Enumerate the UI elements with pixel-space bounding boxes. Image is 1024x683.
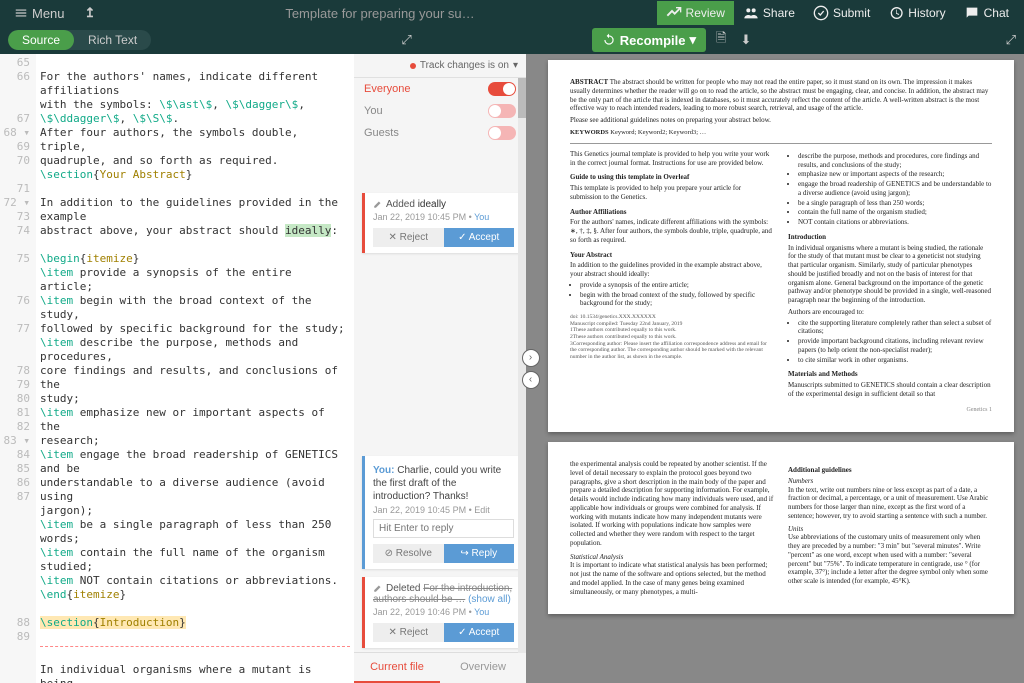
reply-input[interactable] — [373, 519, 514, 538]
submit-icon — [813, 5, 829, 21]
show-all-link[interactable]: (show all) — [468, 594, 511, 605]
reject-button[interactable]: ✕ Reject — [373, 623, 444, 642]
review-pane: Track changes is on ▾ Everyone You Guest… — [354, 54, 526, 683]
reply-button[interactable]: ↪ Reply — [444, 544, 515, 563]
tab-overview[interactable]: Overview — [440, 653, 526, 683]
change-deleted-card: Deleted For the introduction, authors sh… — [362, 577, 522, 648]
toggle-everyone: Everyone — [354, 78, 526, 100]
review-icon — [666, 5, 682, 21]
menu-button[interactable]: Menu — [6, 3, 73, 24]
edit-link[interactable]: Edit — [474, 505, 490, 515]
comment-card: You: Charlie, could you write the first … — [362, 456, 522, 569]
chevron-down-icon: ▾ — [513, 60, 518, 71]
editor-tab-group: Source Rich Text — [8, 30, 151, 50]
submit-button[interactable]: Submit — [804, 1, 879, 25]
history-icon — [888, 5, 904, 21]
history-button[interactable]: History — [879, 1, 954, 25]
review-scrollbar[interactable] — [518, 78, 526, 653]
toggle-you: You — [354, 100, 526, 122]
reject-button[interactable]: ✕ Reject — [373, 228, 444, 247]
logs-icon[interactable]: 🗎 — [712, 27, 730, 53]
up-button[interactable]: ↥ — [77, 2, 104, 24]
editor-pane: 6566 6768 ▾6970 7172 ▾7374 75 76 77 7879… — [0, 54, 354, 683]
pdf-page-2: the experimental analysis could be repea… — [548, 442, 1014, 614]
pencil-icon — [373, 583, 383, 593]
accept-button[interactable]: ✓ Accept — [444, 623, 515, 642]
share-icon — [743, 5, 759, 21]
code-area[interactable]: For the authors' names, indicate differe… — [36, 54, 354, 683]
tab-richtext[interactable]: Rich Text — [74, 30, 151, 50]
chat-icon — [964, 5, 980, 21]
pdf-expand-icon[interactable]: ⤢ — [1006, 32, 1016, 48]
accept-button[interactable]: ✓ Accept — [444, 228, 515, 247]
pdf-pane[interactable]: ABSTRACT The abstract should be written … — [538, 54, 1024, 683]
toggle-guests-switch[interactable] — [488, 126, 516, 140]
tab-current-file[interactable]: Current file — [354, 653, 440, 683]
resolve-button[interactable]: ⊘ Resolve — [373, 544, 444, 563]
menu-label: Menu — [32, 6, 65, 21]
chevron-down-icon: ▾ — [690, 32, 697, 48]
share-button[interactable]: Share — [734, 1, 804, 25]
line-gutter: 6566 6768 ▾6970 7172 ▾7374 75 76 77 7879… — [0, 54, 36, 683]
change-added-card: Added ideally Jan 22, 2019 10:45 PM • Yo… — [362, 193, 522, 253]
review-button[interactable]: Review — [657, 1, 734, 25]
toggle-guests: Guests — [354, 122, 526, 144]
collapse-left-icon[interactable]: ‹ — [522, 371, 540, 389]
recompile-icon — [602, 33, 616, 47]
editor-expand-icon[interactable]: ⤢ — [401, 32, 411, 48]
toggle-everyone-switch[interactable] — [488, 82, 516, 96]
pencil-icon — [373, 199, 383, 209]
collapse-right-icon[interactable]: › — [522, 349, 540, 367]
pdf-page-1: ABSTRACT The abstract should be written … — [548, 60, 1014, 432]
project-title: Template for preparing your su… — [103, 6, 656, 21]
pane-divider[interactable]: › ‹ — [526, 54, 538, 683]
menu-icon — [14, 6, 28, 20]
track-dot-icon — [410, 63, 416, 69]
recompile-button[interactable]: Recompile ▾ — [592, 28, 706, 52]
chat-button[interactable]: Chat — [955, 1, 1018, 25]
toggle-you-switch[interactable] — [488, 104, 516, 118]
download-icon[interactable]: ⬇ — [737, 30, 756, 50]
track-changes-header[interactable]: Track changes is on ▾ — [354, 54, 526, 78]
tab-source[interactable]: Source — [8, 30, 74, 50]
